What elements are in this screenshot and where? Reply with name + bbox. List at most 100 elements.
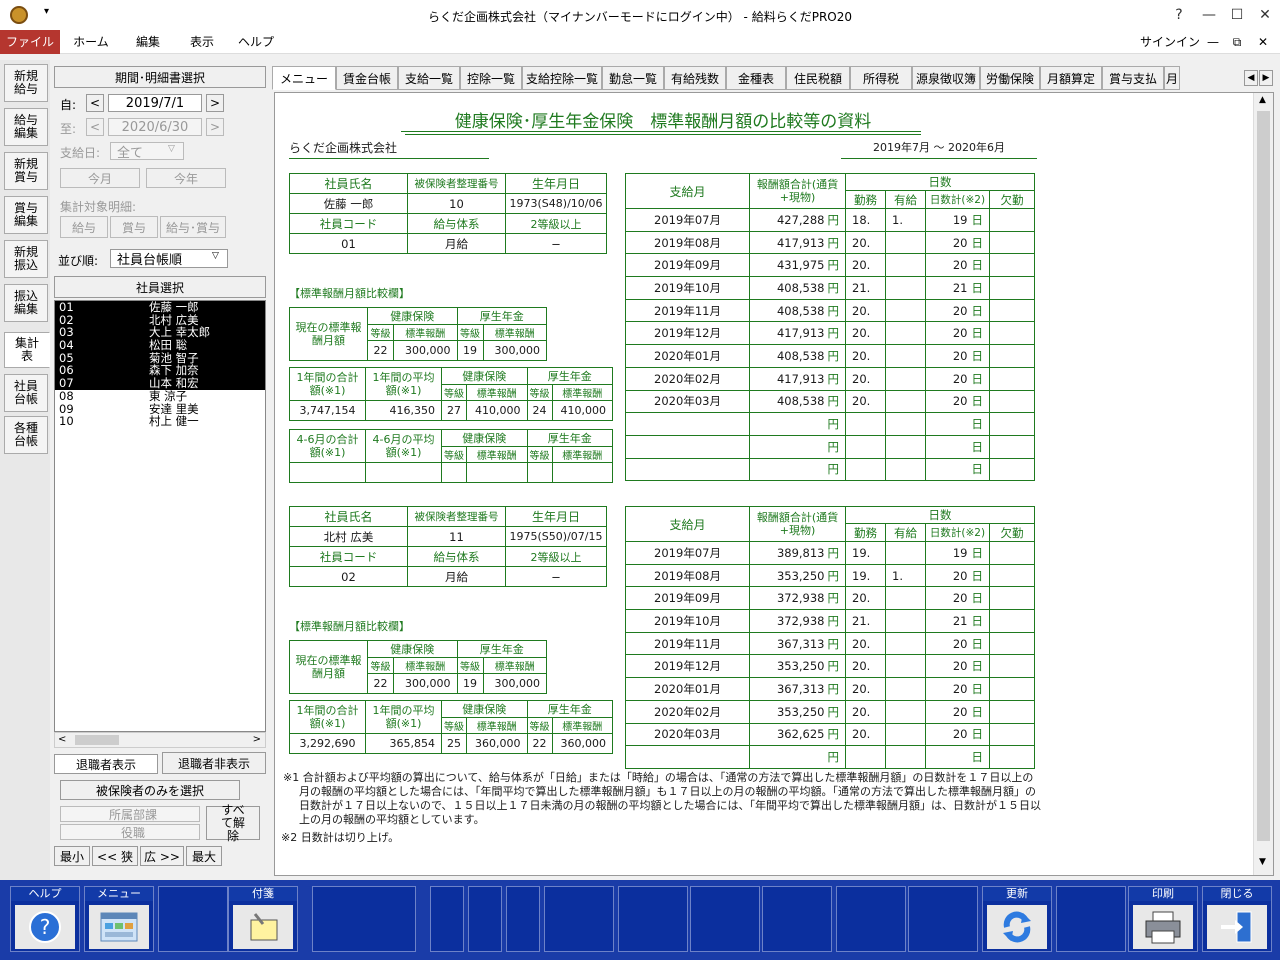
clear-all-button[interactable]: すべて解除	[206, 803, 260, 842]
vtab-summary[interactable]: 集計表	[4, 332, 50, 368]
target-bonus-button[interactable]: 賞与	[110, 216, 158, 238]
employee-list[interactable]: 01 佐藤 一郎 02 北村 広美 03 大上 幸太郎 04 松田 聡 05 菊池 智子 06 森下 …	[54, 300, 266, 732]
vtab-edit-transfer[interactable]: 振込編集	[4, 284, 48, 322]
sticky-note-fkey[interactable]: 付箋	[228, 886, 298, 952]
this-month-button[interactable]: 今月	[60, 168, 140, 188]
fkey-7[interactable]	[468, 886, 502, 952]
work-days: 19.	[845, 541, 886, 565]
size-narrow-button[interactable]: << 狭	[92, 846, 138, 866]
ribbon-minimize-button[interactable]: —	[1202, 30, 1224, 54]
minimize-button[interactable]: —	[1198, 6, 1220, 24]
fkey-14[interactable]	[908, 886, 978, 952]
fkey-8[interactable]	[506, 886, 540, 952]
scroll-left-icon[interactable]: <	[58, 734, 66, 745]
tab-3[interactable]: 控除一覧	[460, 66, 522, 90]
hide-retired-button[interactable]: 退職者非表示	[162, 752, 266, 774]
vtab-various-ledgers[interactable]: 各種台帳	[4, 416, 48, 454]
ribbon-tab-home[interactable]: ホーム	[66, 30, 116, 54]
sort-select[interactable]: 社員台帳順	[110, 249, 228, 268]
fkey-13[interactable]	[836, 886, 906, 952]
tab-9[interactable]: 所得税	[850, 66, 912, 90]
work-days	[845, 745, 886, 769]
scroll-right-icon[interactable]: >	[253, 734, 261, 745]
fkey-12[interactable]	[762, 886, 832, 952]
fkey-3[interactable]	[158, 886, 228, 952]
employee-list-item[interactable]: 01 佐藤 一郎	[55, 301, 265, 314]
report-vscroll[interactable]: ▲ ▼	[1253, 93, 1273, 875]
ribbon-close-button[interactable]: ✕	[1252, 30, 1274, 54]
close-fkey[interactable]: 閉じる	[1202, 886, 1272, 952]
tab-11[interactable]: 労働保険	[980, 66, 1040, 90]
from-date-field[interactable]: 2019/7/1	[108, 94, 202, 112]
size-max-button[interactable]: 最大	[186, 846, 222, 866]
tab-10[interactable]: 源泉徴収簿	[912, 66, 980, 90]
to-next-button[interactable]: >	[206, 118, 224, 136]
fkey-10[interactable]	[618, 886, 688, 952]
scroll-up-icon[interactable]: ▲	[1259, 95, 1266, 105]
tab-7[interactable]: 金種表	[726, 66, 786, 90]
tab-2[interactable]: 支給一覧	[398, 66, 460, 90]
from-prev-button[interactable]: <	[86, 94, 104, 112]
tab-scroll-right-icon[interactable]: ▶	[1259, 70, 1273, 86]
tab-6[interactable]: 有給残数	[664, 66, 726, 90]
ribbon-tab-help[interactable]: ヘルプ	[232, 30, 280, 54]
vtab-edit-bonus[interactable]: 賞与編集	[4, 196, 48, 234]
size-wide-button[interactable]: 広 >>	[140, 846, 184, 866]
size-min-button[interactable]: 最小	[54, 846, 90, 866]
fkey-6[interactable]	[430, 886, 464, 952]
scroll-down-icon[interactable]: ▼	[1259, 857, 1266, 867]
employee-list-item[interactable]: 08 東 涼子	[55, 390, 265, 403]
tab-0[interactable]: メニュー	[272, 66, 336, 90]
tab-4[interactable]: 支給控除一覧	[522, 66, 602, 90]
maximize-button[interactable]: ☐	[1226, 6, 1248, 24]
target-both-button[interactable]: 給与･賞与	[160, 216, 226, 238]
this-year-button[interactable]: 今年	[146, 168, 226, 188]
insured-only-button[interactable]: 被保険者のみを選択	[60, 780, 240, 800]
tab-12[interactable]: 月額算定	[1040, 66, 1102, 90]
vtab-new-bonus[interactable]: 新規賞与	[4, 152, 48, 190]
target-salary-button[interactable]: 給与	[60, 216, 108, 238]
ribbon-tab-file[interactable]: ファイル	[0, 30, 60, 54]
help-fkey[interactable]: ヘルプ?	[10, 886, 80, 952]
tab-1[interactable]: 賃金台帳	[336, 66, 398, 90]
menu-fkey[interactable]: メニュー	[84, 886, 154, 952]
scroll-thumb[interactable]	[75, 735, 119, 745]
help-question-icon[interactable]: ?	[1168, 6, 1190, 24]
pay-month: 2019年09月	[625, 253, 750, 278]
fkey-16[interactable]	[1056, 886, 1126, 952]
from-next-button[interactable]: >	[206, 94, 224, 112]
scroll-thumb[interactable]	[1257, 111, 1270, 841]
close-button[interactable]: ✕	[1254, 6, 1276, 24]
tab-5[interactable]: 勤怠一覧	[602, 66, 664, 90]
show-retired-button[interactable]: 退職者表示	[54, 754, 158, 774]
absent-days	[989, 321, 1035, 346]
update-fkey[interactable]: 更新	[982, 886, 1052, 952]
tab-14[interactable]: 月	[1164, 66, 1180, 90]
signin-link[interactable]: サインイン	[1140, 30, 1200, 54]
vtab-new-salary[interactable]: 新規給与	[4, 64, 48, 102]
to-prev-button[interactable]: <	[86, 118, 104, 136]
employee-list-item[interactable]: 04 松田 聡	[55, 339, 265, 352]
fkey-9[interactable]	[544, 886, 614, 952]
absent-days	[989, 563, 1035, 588]
tab-8[interactable]: 住民税額	[786, 66, 850, 90]
fkey-11[interactable]	[690, 886, 760, 952]
vtab-new-transfer[interactable]: 新規振込	[4, 240, 48, 278]
print-fkey[interactable]: 印刷	[1128, 886, 1198, 952]
ribbon-tab-view[interactable]: 表示	[178, 30, 226, 54]
employee-list-item[interactable]: 10 村上 健一	[55, 415, 265, 428]
employee-list-item[interactable]: 07 山本 和宏	[55, 377, 265, 390]
vtab-employee-ledger[interactable]: 社員台帳	[4, 374, 48, 412]
ribbon-tab-edit[interactable]: 編集	[124, 30, 172, 54]
pay-amount-value: 367,313	[776, 681, 825, 696]
tab-scroll-left-icon[interactable]: ◀	[1244, 70, 1258, 86]
ribbon-restore-button[interactable]: ⧉	[1226, 30, 1248, 54]
absent-days	[989, 677, 1035, 701]
vtab-edit-salary[interactable]: 給与編集	[4, 108, 48, 146]
dept-select[interactable]: 所属部課	[60, 806, 200, 822]
to-date-field[interactable]: 2020/6/30	[108, 118, 202, 136]
role-select[interactable]: 役職	[60, 824, 200, 840]
fkey-5[interactable]	[312, 886, 416, 952]
emp-list-hscroll[interactable]: < >	[54, 732, 266, 748]
tab-13[interactable]: 賞与支払	[1102, 66, 1164, 90]
